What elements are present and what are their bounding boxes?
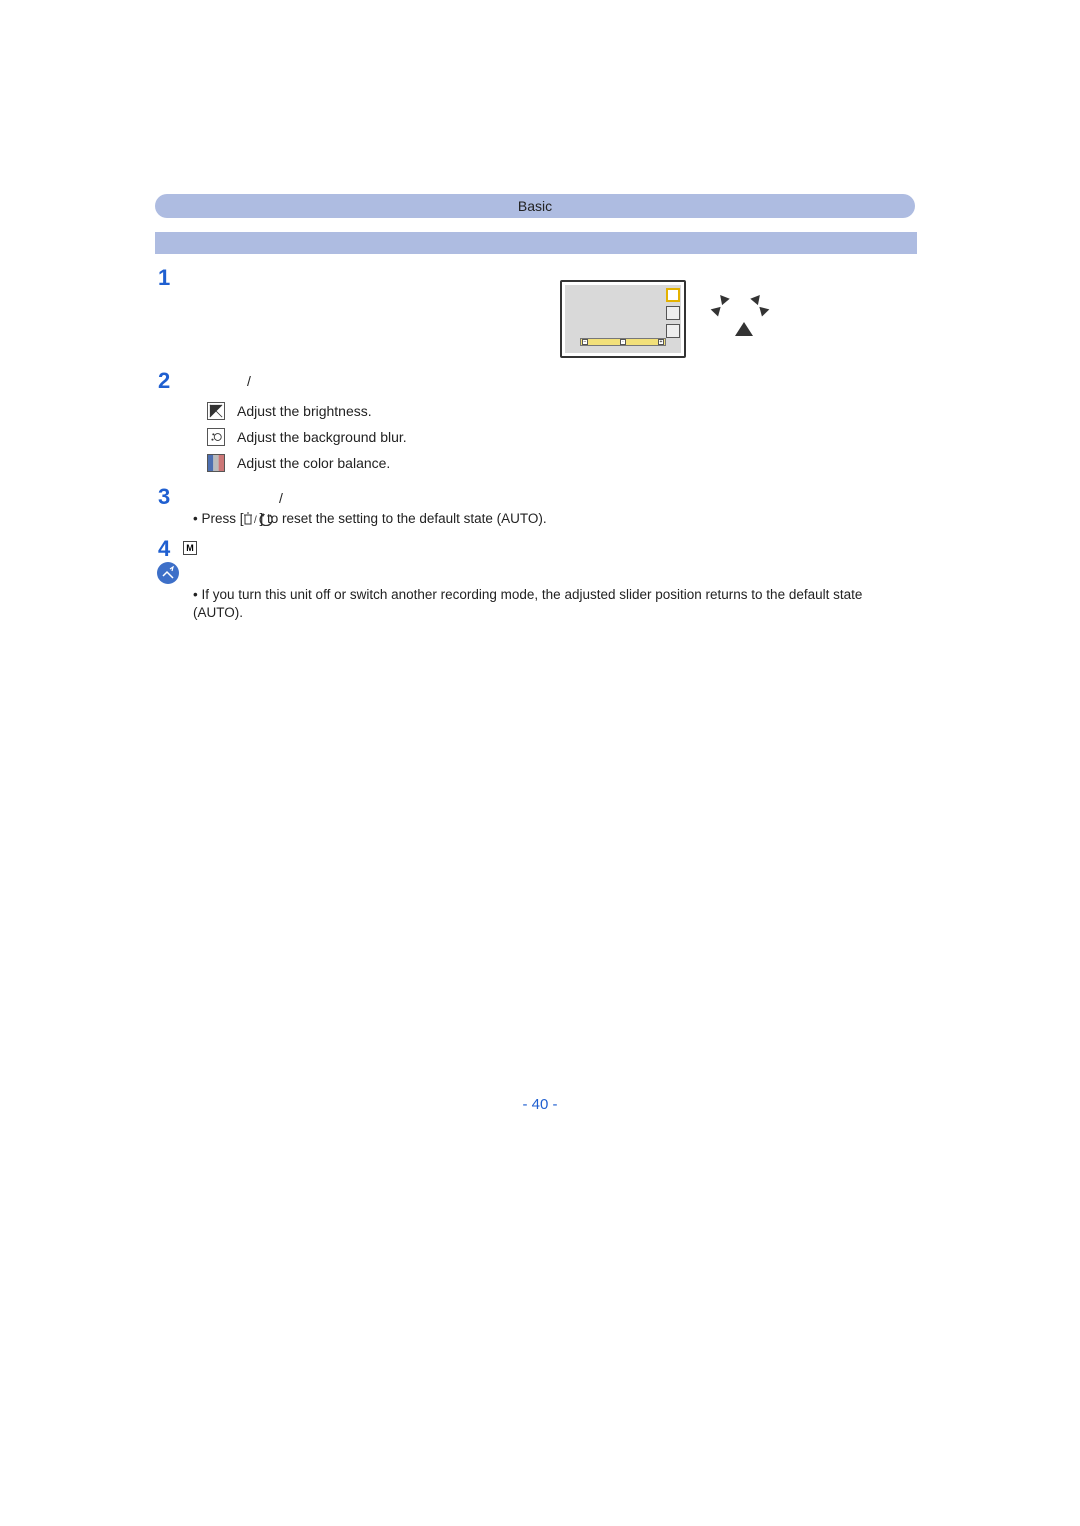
note-bullet: •	[193, 587, 198, 602]
page-number-text: - 40 -	[522, 1096, 557, 1113]
color-balance-icon	[207, 454, 225, 472]
step3-subtext: • Press [ / ] to reset the setting to th…	[193, 511, 547, 526]
lcd-screen: − · +	[560, 280, 686, 358]
step-number-3: 3	[158, 484, 170, 510]
slider-center: ·	[620, 339, 626, 345]
option-color-label: Adjust the color balance.	[237, 455, 390, 471]
slider-minus: −	[582, 339, 588, 345]
step-number-2: 2	[158, 368, 170, 394]
arrow-up-icon	[735, 322, 753, 336]
svg-text:/: /	[254, 515, 257, 526]
step3-sub-prefix: • Press [	[193, 511, 244, 526]
menu-set-icon: M	[183, 541, 197, 555]
slider-plus: +	[658, 339, 664, 345]
dpad-arrows	[710, 288, 770, 348]
lcd-illustration: − · +	[560, 280, 780, 380]
option-brightness-label: Adjust the brightness.	[237, 403, 372, 419]
section-header-pill: Basic	[155, 194, 915, 218]
note-text: • If you turn this unit off or switch an…	[193, 586, 913, 622]
trash-return-icon: /	[244, 512, 260, 526]
lcd-slider: − · +	[580, 338, 666, 346]
arrow-icon	[759, 305, 770, 317]
option-brightness: Adjust the brightness.	[207, 402, 407, 420]
page-number: - 40 -	[0, 1096, 1080, 1113]
subheader-bar	[155, 232, 917, 254]
lcd-icon-brightness	[666, 288, 680, 302]
section-header-text: Basic	[518, 198, 552, 214]
arrow-icon	[750, 292, 763, 305]
note-icon	[157, 562, 179, 584]
lcd-side-icons	[666, 288, 680, 338]
menu-set-icon-label: M	[186, 543, 194, 553]
exposure-compensation-icon	[207, 402, 225, 420]
lcd-icon-color	[666, 324, 680, 338]
step3-sub-suffix: ] to reset the setting to the default st…	[260, 511, 547, 526]
option-blur: Adjust the background blur.	[207, 428, 407, 446]
step2-options: Adjust the brightness. Adjust the backgr…	[207, 402, 407, 480]
lcd-icon-blur	[666, 306, 680, 320]
step-number-1: 1	[158, 265, 170, 291]
step2-slash: /	[247, 373, 251, 389]
option-color: Adjust the color balance.	[207, 454, 407, 472]
arrow-icon	[709, 305, 720, 317]
step-number-4: 4	[158, 536, 170, 562]
note-body: If you turn this unit off or switch anot…	[193, 587, 862, 620]
arrow-icon	[716, 292, 729, 305]
page: Basic 1 2 3 4 / / Adjust the brightness.…	[0, 0, 1080, 1526]
defocus-icon	[207, 428, 225, 446]
option-blur-label: Adjust the background blur.	[237, 429, 407, 445]
step3-slash: /	[279, 490, 283, 506]
